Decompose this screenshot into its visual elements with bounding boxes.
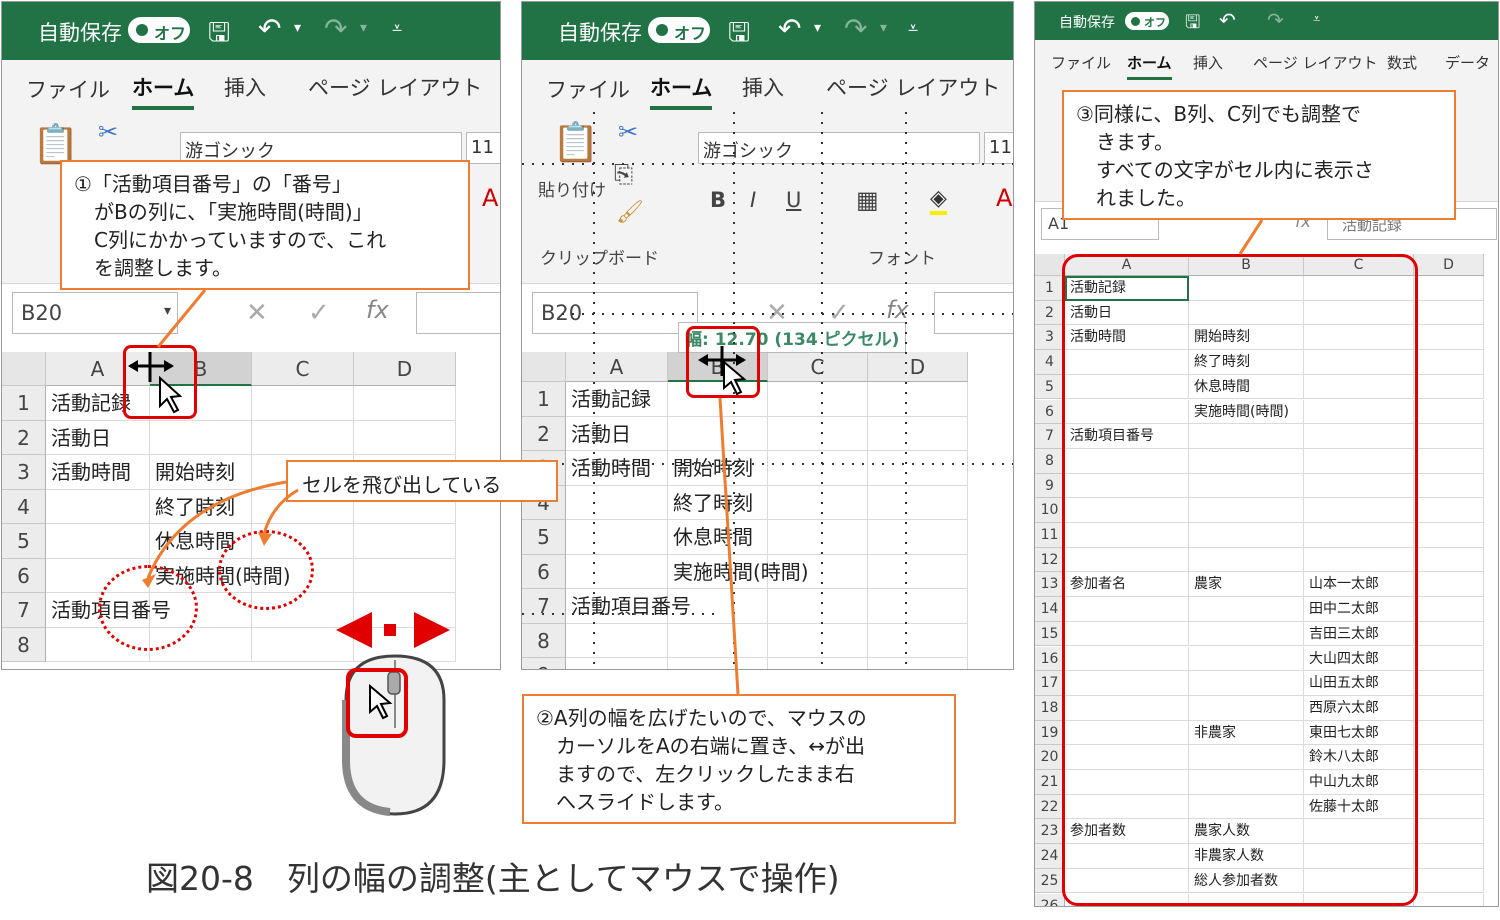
drag-direction-icon	[336, 612, 450, 648]
annotation-lines	[128, 219, 1264, 816]
arrow-cursor-icon	[159, 375, 183, 414]
resize-cursor-icon	[698, 346, 746, 376]
figure-caption: 図20-8 列の幅の調整(主としてマウスで操作)	[146, 859, 840, 898]
mouse-icon	[342, 654, 446, 816]
arrow-cursor-icon	[723, 359, 747, 396]
resize-cursor-icon	[128, 352, 174, 382]
